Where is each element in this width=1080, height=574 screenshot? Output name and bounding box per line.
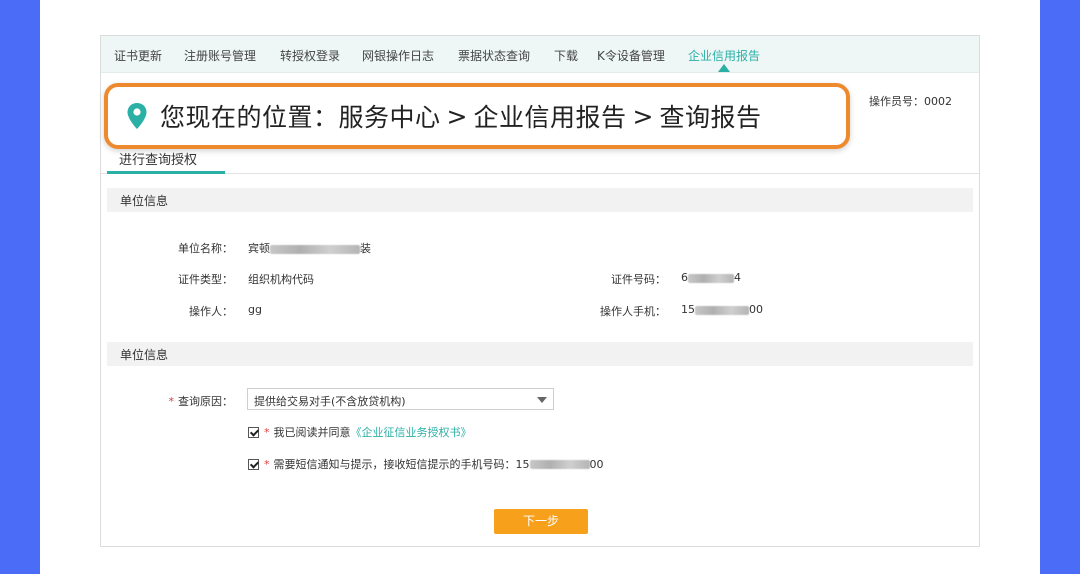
breadcrumb: 您现在的位置： 服务中心 > 企业信用报告 > 查询报告 <box>104 83 850 149</box>
breadcrumb-separator: > <box>446 101 468 131</box>
operator-value: gg <box>248 303 262 316</box>
sms-checkbox[interactable] <box>248 458 259 470</box>
nav-item-delegated-login[interactable]: 转授权登录 <box>280 47 340 64</box>
redacted-mask <box>688 273 734 283</box>
query-reason-label: * 查询原因： <box>168 395 234 408</box>
breadcrumb-separator: > <box>632 101 654 131</box>
cert-number-value: 64 <box>681 271 741 284</box>
operator-label: 操作人： <box>189 305 233 318</box>
top-nav: 证书更新 注册账号管理 转授权登录 网银操作日志 票据状态查询 下载 K令设备管… <box>101 36 979 73</box>
sms-phone-suffix: 00 <box>589 457 604 471</box>
next-step-button[interactable]: 下一步 <box>494 509 588 534</box>
operator-phone-value: 15 00 <box>681 303 763 316</box>
breadcrumb-item-service-center[interactable]: 服务中心 <box>339 98 441 134</box>
section-header-unit-info: 单位信息 <box>107 188 973 212</box>
cert-type-value: 组织机构代码 <box>248 273 314 286</box>
unit-name-value: 宾顿装 <box>248 242 371 255</box>
sms-row: * 需要短信通知与提示，接收短信提示的手机号码：15 00 <box>248 456 604 472</box>
operator-number: 操作员号：0002 <box>869 95 952 108</box>
breadcrumb-item-credit-report[interactable]: 企业信用报告 <box>473 98 626 134</box>
nav-item-download[interactable]: 下载 <box>554 47 578 64</box>
agree-row: * 我已阅读并同意 《企业征信业务授权书》 <box>248 424 472 440</box>
sms-text: 需要短信通知与提示，接收短信提示的手机号码：15 <box>273 458 530 471</box>
chevron-down-icon <box>537 397 547 403</box>
tab-query-authorization[interactable]: 进行查询授权 <box>119 149 197 168</box>
nav-item-account-management[interactable]: 注册账号管理 <box>184 47 256 64</box>
cert-number-label: 证件号码： <box>611 273 666 286</box>
cert-type-label: 证件类型： <box>178 273 233 286</box>
nav-item-token-device[interactable]: K令设备管理 <box>597 47 665 64</box>
nav-item-cert-update[interactable]: 证书更新 <box>114 47 162 64</box>
redacted-mask <box>270 244 360 254</box>
location-pin-icon <box>127 103 147 129</box>
section-header-query-info: 单位信息 <box>107 342 973 366</box>
agree-checkbox[interactable] <box>248 426 259 438</box>
operator-phone-label: 操作人手机： <box>600 305 666 318</box>
agree-text: 我已阅读并同意 <box>273 426 351 439</box>
nav-item-credit-report[interactable]: 企业信用报告 <box>688 47 760 64</box>
breadcrumb-item-query-report: 查询报告 <box>659 103 762 132</box>
breadcrumb-prefix: 您现在的位置： <box>160 103 339 132</box>
authorization-letter-link[interactable]: 《企业征信业务授权书》 <box>351 424 472 440</box>
unit-name-label: 单位名称： <box>178 242 233 255</box>
required-mark: * <box>264 425 270 439</box>
nav-item-bill-status[interactable]: 票据状态查询 <box>458 47 530 64</box>
active-nav-indicator <box>718 64 730 72</box>
query-reason-select[interactable]: 提供给交易对手(不含放贷机构) <box>247 388 554 410</box>
redacted-mask <box>529 459 590 469</box>
required-mark: * <box>264 457 270 471</box>
active-tab-underline <box>107 171 225 174</box>
required-mark: * <box>168 395 175 408</box>
tab-divider <box>101 173 979 174</box>
nav-item-ebank-log[interactable]: 网银操作日志 <box>362 47 434 64</box>
redacted-mask <box>695 305 749 315</box>
